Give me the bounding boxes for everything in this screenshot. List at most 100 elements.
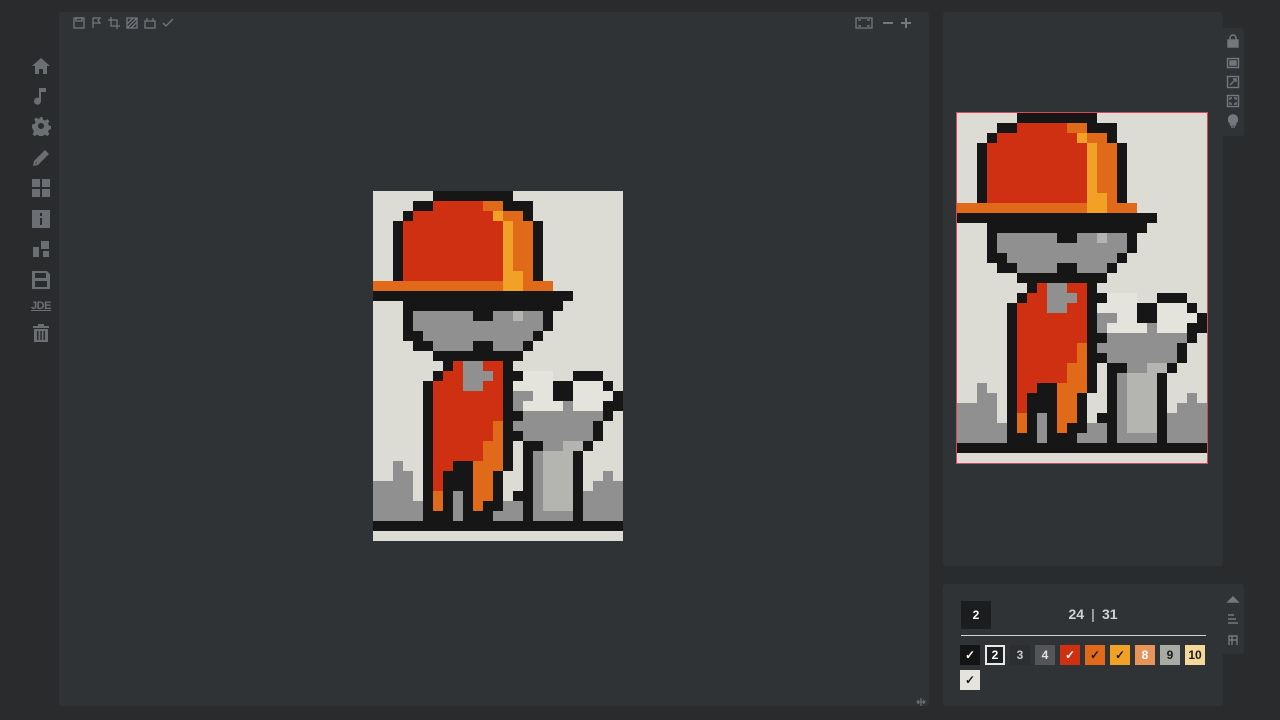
canvas-pixel[interactable] [473, 201, 483, 211]
canvas-pixel[interactable] [433, 301, 443, 311]
canvas-pixel[interactable] [373, 501, 383, 511]
canvas-pixel[interactable] [523, 431, 533, 441]
canvas-pixel[interactable] [503, 421, 513, 431]
canvas-pixel[interactable] [443, 331, 453, 341]
canvas-pixel[interactable] [403, 341, 413, 351]
canvas-pixel[interactable] [393, 311, 403, 321]
canvas-pixel[interactable] [593, 491, 603, 501]
canvas-pixel[interactable] [393, 251, 403, 261]
canvas-pixel[interactable] [443, 321, 453, 331]
canvas-pixel[interactable] [503, 301, 513, 311]
canvas-pixel[interactable] [443, 371, 453, 381]
canvas-pixel[interactable] [513, 381, 523, 391]
canvas-pixel[interactable] [553, 271, 563, 281]
canvas-pixel[interactable] [593, 261, 603, 271]
canvas-pixel[interactable] [513, 451, 523, 461]
canvas-pixel[interactable] [473, 301, 483, 311]
canvas-pixel[interactable] [613, 421, 623, 431]
canvas-pixel[interactable] [383, 411, 393, 421]
canvas-pixel[interactable] [603, 481, 613, 491]
canvas-pixel[interactable] [593, 221, 603, 231]
canvas-pixel[interactable] [383, 321, 393, 331]
canvas-pixel[interactable] [373, 481, 383, 491]
canvas-pixel[interactable] [603, 301, 613, 311]
canvas-pixel[interactable] [613, 391, 623, 401]
canvas-pixel[interactable] [433, 451, 443, 461]
canvas-pixel[interactable] [413, 251, 423, 261]
canvas-pixel[interactable] [523, 491, 533, 501]
canvas-pixel[interactable] [473, 221, 483, 231]
canvas-pixel[interactable] [413, 351, 423, 361]
canvas-pixel[interactable] [503, 241, 513, 251]
canvas-pixel[interactable] [603, 311, 613, 321]
canvas-pixel[interactable] [513, 511, 523, 521]
canvas-pixel[interactable] [583, 311, 593, 321]
canvas-pixel[interactable] [413, 461, 423, 471]
canvas-pixel[interactable] [463, 381, 473, 391]
canvas-pixel[interactable] [503, 431, 513, 441]
canvas-pixel[interactable] [453, 371, 463, 381]
canvas-pixel[interactable] [543, 221, 553, 231]
canvas-pixel[interactable] [473, 411, 483, 421]
canvas-pixel[interactable] [463, 391, 473, 401]
canvas-pixel[interactable] [473, 281, 483, 291]
canvas-pixel[interactable] [543, 401, 553, 411]
canvas-pixel[interactable] [543, 321, 553, 331]
canvas-pixel[interactable] [593, 531, 603, 541]
canvas-pixel[interactable] [413, 291, 423, 301]
canvas-pixel[interactable] [393, 511, 403, 521]
canvas-pixel[interactable] [373, 331, 383, 341]
canvas-pixel[interactable] [393, 441, 403, 451]
canvas-pixel[interactable] [583, 211, 593, 221]
canvas-pixel[interactable] [553, 421, 563, 431]
palette-swatch[interactable]: 3 [1010, 645, 1030, 665]
canvas-pixel[interactable] [613, 341, 623, 351]
canvas-pixel[interactable] [523, 291, 533, 301]
canvas-pixel[interactable] [533, 251, 543, 261]
canvas-pixel[interactable] [423, 421, 433, 431]
canvas-pixel[interactable] [613, 331, 623, 341]
canvas-pixel[interactable] [433, 471, 443, 481]
canvas-pixel[interactable] [493, 291, 503, 301]
canvas-pixel[interactable] [483, 481, 493, 491]
canvas-pixel[interactable] [573, 241, 583, 251]
canvas-pixel[interactable] [383, 341, 393, 351]
canvas-pixel[interactable] [523, 331, 533, 341]
canvas-pixel[interactable] [373, 341, 383, 351]
canvas-pixel[interactable] [483, 351, 493, 361]
canvas-pixel[interactable] [573, 391, 583, 401]
canvas-pixel[interactable] [543, 191, 553, 201]
canvas-pixel[interactable] [423, 501, 433, 511]
canvas-pixel[interactable] [453, 251, 463, 261]
canvas-pixel[interactable] [393, 301, 403, 311]
canvas-pixel[interactable] [573, 451, 583, 461]
canvas-pixel[interactable] [513, 311, 523, 321]
pencil-icon[interactable] [30, 147, 52, 169]
canvas-pixel[interactable] [513, 191, 523, 201]
canvas-pixel[interactable] [383, 251, 393, 261]
canvas-pixel[interactable] [573, 321, 583, 331]
canvas-pixel[interactable] [383, 531, 393, 541]
canvas-pixel[interactable] [463, 331, 473, 341]
canvas-pixel[interactable] [453, 521, 463, 531]
canvas-pixel[interactable] [423, 401, 433, 411]
canvas-pixel[interactable] [573, 311, 583, 321]
canvas-pixel[interactable] [483, 321, 493, 331]
canvas-pixel[interactable] [553, 221, 563, 231]
canvas-pixel[interactable] [433, 531, 443, 541]
canvas-pixel[interactable] [373, 471, 383, 481]
canvas-pixel[interactable] [543, 341, 553, 351]
canvas-pixel[interactable] [433, 281, 443, 291]
canvas-pixel[interactable] [603, 271, 613, 281]
canvas-pixel[interactable] [383, 361, 393, 371]
canvas-pixel[interactable] [533, 281, 543, 291]
canvas-pixel[interactable] [523, 191, 533, 201]
canvas-pixel[interactable] [483, 521, 493, 531]
canvas-pixel[interactable] [583, 401, 593, 411]
canvas-pixel[interactable] [573, 211, 583, 221]
canvas-pixel[interactable] [593, 371, 603, 381]
canvas-pixel[interactable] [523, 381, 533, 391]
canvas-pixel[interactable] [613, 491, 623, 501]
canvas-pixel[interactable] [433, 401, 443, 411]
canvas-pixel[interactable] [493, 511, 503, 521]
